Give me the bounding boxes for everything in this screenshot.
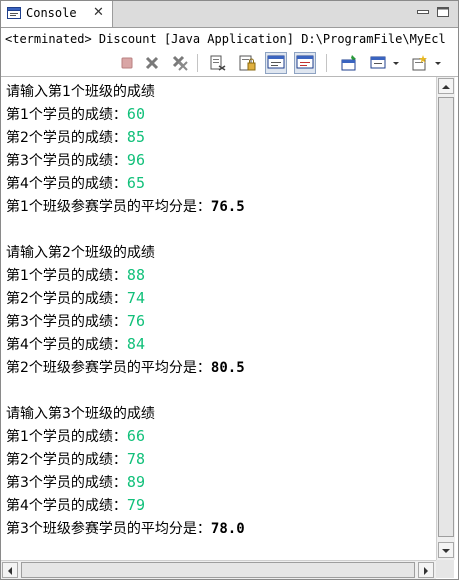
chevron-up-icon <box>442 85 450 89</box>
student-score: 74 <box>126 289 145 307</box>
console-line: 第4个学员的成绩：79 <box>6 494 145 516</box>
student-label: 第4个学员的成绩： <box>6 498 127 514</box>
student-label: 第4个学员的成绩： <box>6 176 127 192</box>
vertical-scrollbar[interactable] <box>436 77 455 560</box>
average-value: 76.5 <box>210 199 245 215</box>
student-score: 78 <box>126 450 145 468</box>
terminate-icon[interactable] <box>117 53 137 73</box>
average-value: 78.0 <box>210 521 245 537</box>
console-line: 第1个学员的成绩：60 <box>6 103 145 125</box>
open-console-icon[interactable] <box>410 53 430 73</box>
student-label: 第4个学员的成绩： <box>6 337 127 353</box>
student-label: 第3个学员的成绩： <box>6 314 127 330</box>
console-line: 请输入第2个班级的成绩 <box>6 242 155 264</box>
scroll-down-button[interactable] <box>438 542 454 558</box>
student-score: 66 <box>126 427 145 445</box>
tab-strip: Console ✕ <box>1 1 458 28</box>
console-line: 第2个学员的成绩：74 <box>6 287 145 309</box>
toolbar-separator <box>197 54 198 72</box>
student-score: 76 <box>126 312 145 330</box>
scroll-right-button[interactable] <box>418 562 434 578</box>
console-line: 第3个班级参赛学员的平均分是：78.0 <box>6 518 245 540</box>
console-line: 第3个学员的成绩：89 <box>6 471 145 493</box>
console-line: 第2个学员的成绩：78 <box>6 448 145 470</box>
chevron-left-icon <box>8 567 12 575</box>
student-label: 第2个学员的成绩： <box>6 452 127 468</box>
average-label: 第1个班级参赛学员的平均分是： <box>6 199 211 215</box>
horizontal-scrollbar[interactable] <box>1 560 436 579</box>
horizontal-scroll-thumb[interactable] <box>21 562 415 578</box>
student-label: 第1个学员的成绩： <box>6 268 127 284</box>
clear-console-icon[interactable] <box>208 53 228 73</box>
student-score: 65 <box>126 174 145 192</box>
process-status-line: <terminated> Discount [Java Application]… <box>1 28 458 50</box>
console-line: 第4个学员的成绩：65 <box>6 172 145 194</box>
show-on-stdout-icon[interactable] <box>265 52 287 74</box>
student-score: 79 <box>126 496 145 514</box>
scrollbar-corner <box>436 560 454 578</box>
tab-label: Console <box>26 6 77 20</box>
student-label: 第1个学员的成绩： <box>6 429 127 445</box>
display-selected-console-icon[interactable] <box>369 53 389 73</box>
student-label: 第2个学员的成绩： <box>6 130 127 146</box>
console-line: 第3个学员的成绩：96 <box>6 149 145 171</box>
class-prompt: 请输入第2个班级的成绩 <box>6 245 155 261</box>
student-score: 88 <box>126 266 145 284</box>
student-label: 第2个学员的成绩： <box>6 291 127 307</box>
scroll-up-button[interactable] <box>438 78 454 94</box>
remove-all-terminated-icon[interactable] <box>170 53 190 73</box>
student-label: 第3个学员的成绩： <box>6 475 127 491</box>
student-score: 84 <box>126 335 145 353</box>
console-line: 第1个学员的成绩：66 <box>6 425 145 447</box>
console-line: 第2个班级参赛学员的平均分是：80.5 <box>6 357 245 379</box>
vertical-scroll-thumb[interactable] <box>438 97 454 537</box>
console-output[interactable]: 请输入第1个班级的成绩 第1个学员的成绩：60 第2个学员的成绩：85 第3个学… <box>1 77 436 560</box>
student-label: 第3个学员的成绩： <box>6 153 127 169</box>
average-value: 80.5 <box>210 360 245 376</box>
tab-console[interactable]: Console ✕ <box>1 1 113 27</box>
console-line: 请输入第1个班级的成绩 <box>6 81 155 103</box>
student-score: 85 <box>126 128 145 146</box>
student-score: 96 <box>126 151 145 169</box>
toolbar-separator <box>326 54 327 72</box>
class-prompt: 请输入第3个班级的成绩 <box>6 406 155 422</box>
console-line: 第1个学员的成绩：88 <box>6 264 145 286</box>
pin-console-icon[interactable] <box>339 53 359 73</box>
remove-launch-icon[interactable] <box>142 53 162 73</box>
console-line: 第1个班级参赛学员的平均分是：76.5 <box>6 196 245 218</box>
student-score: 60 <box>126 105 145 123</box>
average-label: 第2个班级参赛学员的平均分是： <box>6 360 211 376</box>
console-icon <box>7 7 21 19</box>
console-line: 第2个学员的成绩：85 <box>6 126 145 148</box>
class-prompt: 请输入第1个班级的成绩 <box>6 84 155 100</box>
student-score: 89 <box>126 473 145 491</box>
maximize-icon[interactable] <box>436 6 450 18</box>
chevron-right-icon <box>424 567 428 575</box>
console-line: 第4个学员的成绩：84 <box>6 333 145 355</box>
scroll-lock-icon[interactable] <box>237 53 257 73</box>
console-toolbar <box>1 50 458 77</box>
student-label: 第1个学员的成绩： <box>6 107 127 123</box>
average-label: 第3个班级参赛学员的平均分是： <box>6 521 211 537</box>
console-line: 第3个学员的成绩：76 <box>6 310 145 332</box>
console-line: 请输入第3个班级的成绩 <box>6 403 155 425</box>
minimize-icon[interactable] <box>416 6 430 18</box>
chevron-down-icon <box>442 549 450 553</box>
scroll-left-button[interactable] <box>2 562 18 578</box>
close-icon[interactable]: ✕ <box>93 5 104 21</box>
console-view: Console ✕ <terminated> Discount [Java Ap… <box>0 0 459 580</box>
chevron-down-icon[interactable] <box>390 53 402 73</box>
chevron-down-icon[interactable] <box>432 53 444 73</box>
show-on-stderr-icon[interactable] <box>294 52 316 74</box>
